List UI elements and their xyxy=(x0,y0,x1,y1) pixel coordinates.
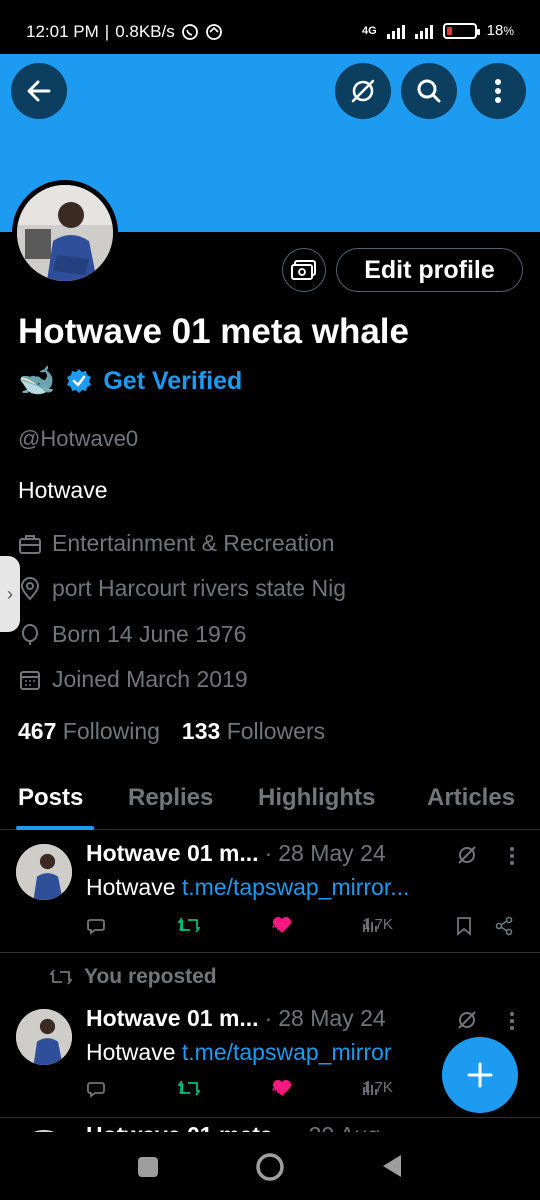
more-vertical-icon[interactable] xyxy=(509,846,515,866)
bank-card-icon xyxy=(291,260,316,280)
tab-posts[interactable]: Posts xyxy=(18,784,83,812)
edit-icon-button[interactable] xyxy=(282,248,326,292)
post-avatar[interactable] xyxy=(16,1009,72,1065)
signal-icon xyxy=(386,23,405,39)
more-vertical-icon xyxy=(495,79,501,103)
grok-icon[interactable] xyxy=(456,1009,478,1031)
bookmark-button[interactable] xyxy=(456,916,472,936)
retweet-icon xyxy=(50,969,72,985)
tab-replies[interactable]: Replies xyxy=(128,784,213,812)
status-bar: 12:01 PM | 0.8KB/s 4G 18% xyxy=(0,0,540,54)
home-button[interactable] xyxy=(255,1152,285,1182)
views-button[interactable]: 1.7K xyxy=(362,1079,393,1096)
post-date: 28 May 24 xyxy=(278,1005,386,1031)
retweet-button[interactable]: 1 xyxy=(178,916,200,934)
post-date: 28 May 24 xyxy=(278,840,386,866)
calendar-icon xyxy=(20,670,40,690)
plus-icon xyxy=(467,1062,493,1088)
like-button[interactable]: 4 xyxy=(272,916,292,934)
post-author[interactable]: Hotwave 01 m... xyxy=(86,840,259,867)
follow-stats: 467 Following 133 Followers xyxy=(18,718,325,745)
profile-handle: @Hotwave0 xyxy=(18,426,139,451)
profile-joined: Joined March 2019 xyxy=(18,666,248,693)
tab-articles[interactable]: Articles xyxy=(427,784,515,812)
share-icon xyxy=(495,916,513,936)
profile-bio: Hotwave xyxy=(18,477,108,503)
post-actions: 1 4 1.7K xyxy=(86,916,526,940)
more-vertical-icon[interactable] xyxy=(509,1011,515,1031)
post-item[interactable]: Hotwave 01 m... · 28 May 24 Hotwave t.me… xyxy=(0,830,540,952)
post-date-sep: · xyxy=(264,1005,273,1031)
post-text: Hotwave t.me/tapswap_mirror... xyxy=(86,874,410,900)
signal-icon-2 xyxy=(414,23,433,39)
more-options-button[interactable] xyxy=(470,63,526,119)
share-button[interactable] xyxy=(494,916,514,936)
sync-icon xyxy=(205,24,222,40)
post-header: Hotwave 01 meta 20 Aug xyxy=(86,1122,380,1132)
status-speed: 0.8KB/s xyxy=(115,22,175,41)
tab-highlights[interactable]: Highlights xyxy=(258,784,375,812)
post-link[interactable]: t.me/tapswap_mirror... xyxy=(182,874,410,900)
profile-birthday: Born 14 June 1976 xyxy=(18,621,246,648)
profile-avatar-frame[interactable] xyxy=(12,180,118,286)
post-header: Hotwave 01 m... · 28 May 24 xyxy=(86,1005,386,1032)
post-date: 20 Aug xyxy=(309,1122,381,1132)
avatar-photo xyxy=(16,844,72,900)
avatar-photo xyxy=(16,1009,72,1065)
views-button[interactable]: 1.7K xyxy=(362,916,393,933)
chevron-right-icon: › xyxy=(7,583,13,604)
profile-category: Entertainment & Recreation xyxy=(18,530,335,557)
whatsapp-icon xyxy=(181,24,198,40)
avatar-photo xyxy=(17,185,113,281)
status-time: 12:01 PM xyxy=(26,22,99,41)
post-item[interactable]: Hotwave 01 meta 20 Aug xyxy=(0,1118,540,1132)
arrow-left-icon xyxy=(27,80,51,102)
grok-icon[interactable] xyxy=(456,844,478,866)
edit-profile-button[interactable]: Edit profile xyxy=(336,248,523,292)
post-header: Hotwave 01 m... · 28 May 24 xyxy=(86,840,386,867)
get-verified-link[interactable]: Get Verified xyxy=(103,367,242,396)
reply-icon xyxy=(87,919,105,935)
edit-profile-label: Edit profile xyxy=(364,255,495,284)
balloon-icon xyxy=(22,623,38,645)
repost-indicator: You reposted xyxy=(50,965,217,989)
following-link[interactable]: 467 Following xyxy=(18,718,160,745)
bookmark-icon xyxy=(457,917,471,936)
grok-button[interactable] xyxy=(335,63,391,119)
retweet-button[interactable]: 1 xyxy=(178,1079,200,1097)
search-icon xyxy=(417,79,441,103)
battery-icon xyxy=(442,22,480,39)
post-text: Hotwave t.me/tapswap_mirror xyxy=(86,1039,392,1065)
verify-row: 🐋 Get Verified xyxy=(18,366,242,396)
search-button[interactable] xyxy=(401,63,457,119)
post-avatar[interactable] xyxy=(16,844,72,900)
profile-tabs: Posts Replies Highlights Articles xyxy=(0,770,540,830)
post-author[interactable]: Hotwave 01 m... xyxy=(86,1005,259,1032)
avatar xyxy=(17,185,113,281)
reply-icon xyxy=(87,1082,105,1098)
briefcase-icon xyxy=(19,534,41,554)
compose-post-button[interactable] xyxy=(442,1037,518,1113)
verified-badge-icon xyxy=(67,369,92,393)
back-button[interactable] xyxy=(11,63,67,119)
whale-emoji: 🐋 xyxy=(18,364,56,397)
profile-location: port Harcourt rivers state Nig xyxy=(18,575,346,602)
location-pin-icon xyxy=(20,576,40,601)
battery-percent: 18 xyxy=(486,22,504,39)
back-nav-button[interactable] xyxy=(381,1154,403,1178)
like-button[interactable]: 4 xyxy=(272,1079,292,1097)
network-type: 4G xyxy=(361,24,377,37)
followers-link[interactable]: 133 Followers xyxy=(182,718,325,745)
post-link[interactable]: t.me/tapswap_mirror xyxy=(182,1039,392,1065)
side-panel-handle[interactable]: › xyxy=(0,556,20,632)
post-author[interactable]: Hotwave 01 meta xyxy=(86,1122,273,1132)
reply-button[interactable] xyxy=(86,1079,106,1099)
post-date-sep: · xyxy=(264,840,273,866)
reply-button[interactable] xyxy=(86,916,106,936)
recents-button[interactable] xyxy=(137,1156,159,1178)
profile-name: Hotwave 01 meta whale xyxy=(18,312,409,351)
grok-icon xyxy=(351,79,375,103)
system-navigation-bar xyxy=(0,1132,540,1200)
